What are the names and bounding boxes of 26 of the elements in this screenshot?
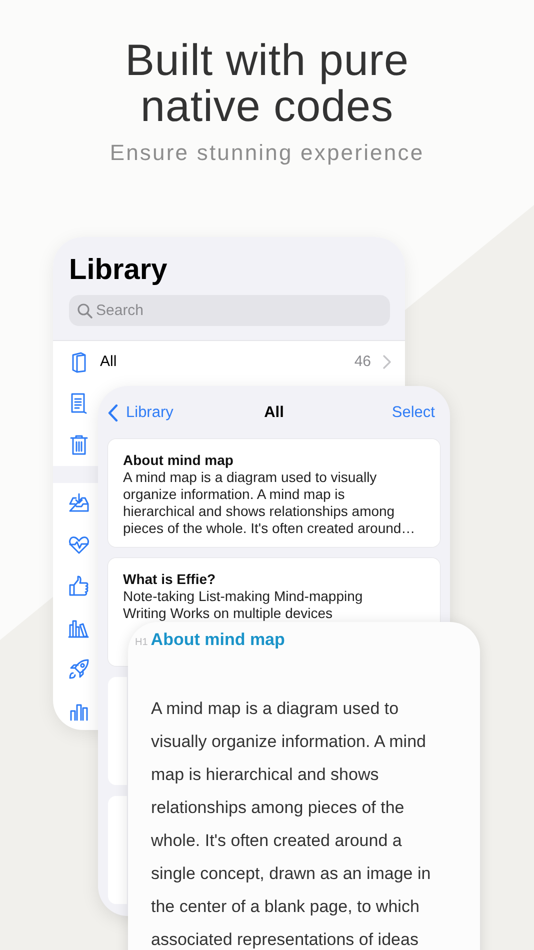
headline: Built with pure native codes: [124, 38, 410, 130]
search-icon: [77, 302, 93, 318]
note-card[interactable]: About mind map A mind map is a diagram used to visually organize information. A mind map is hierarchical and shows relationships among pieces of the whole. It's often created around…: [108, 439, 440, 547]
note-preview: organize information. A mind map is: [123, 486, 346, 503]
rocket-icon[interactable]: [67, 657, 91, 682]
search-field[interactable]: Search: [69, 295, 390, 326]
note-title: What is Effie?: [123, 571, 217, 588]
chevron-icon: [383, 354, 391, 369]
back-button[interactable]: Library: [108, 404, 174, 422]
select-button[interactable]: Select: [392, 404, 435, 422]
note-body: A mind map is a diagram used to visually organize information. A mind map is hierarchical and shows relationships among pieces of the whole. It's often created around a single concept, drawn as an image in the center of a blank page, to which associated representations of ideas: [151, 698, 432, 950]
note-preview: Note-taking List-making Mind-mapping: [123, 588, 364, 605]
note-title: About mind map: [123, 452, 234, 469]
note-preview: hierarchical and shows relationships among: [123, 503, 396, 520]
row-count: 46: [354, 353, 371, 370]
thumbs-up-icon[interactable]: [67, 574, 91, 598]
note-preview: Writing Works on multiple devices: [123, 605, 334, 622]
panel-title: Library: [69, 253, 168, 287]
back-icon: [108, 404, 118, 422]
note-heading: About mind map: [150, 630, 285, 650]
nav-title: All: [263, 404, 285, 422]
subtitle: Ensure stunning experience: [108, 140, 426, 166]
note-preview: A mind map is a diagram used to visually: [123, 469, 378, 486]
heading-level: H1: [135, 637, 148, 648]
row-label: All: [100, 353, 118, 370]
note-preview: pieces of the whole. It's often created around…: [123, 520, 416, 537]
